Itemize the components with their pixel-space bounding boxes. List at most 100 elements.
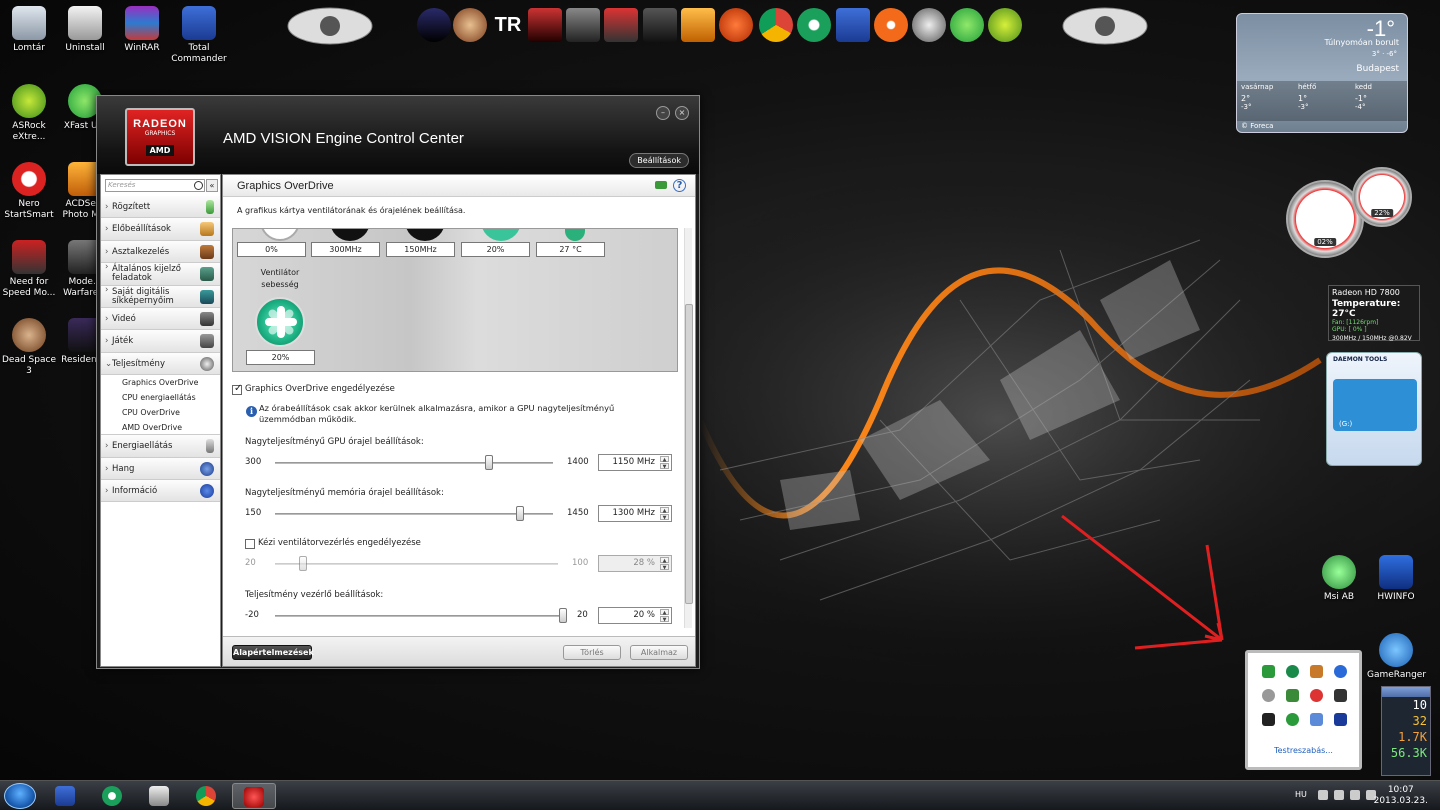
gpu-clock-slider-thumb[interactable] — [485, 455, 494, 470]
nav-item-gaming[interactable]: Játék — [101, 330, 220, 353]
defaults-button[interactable]: Alapértelmezések — [232, 645, 314, 660]
tray-bug-icon[interactable] — [1310, 689, 1323, 702]
dock-item-game2[interactable] — [453, 8, 487, 42]
nav-subitem-cpu-power[interactable]: CPU energiaellátás — [101, 390, 220, 406]
power-control-slider-track[interactable] — [275, 615, 563, 617]
daemon-drive-panel[interactable]: (G:) — [1333, 379, 1417, 431]
volume-icon[interactable] — [1334, 790, 1344, 800]
tray-lightning-icon[interactable] — [1334, 665, 1347, 678]
taskbar-amd-ccc[interactable] — [232, 783, 276, 809]
counters-gadget[interactable]: 10 32 1.7K 56.3K — [1381, 686, 1431, 776]
language-indicator[interactable]: HU — [1295, 790, 1307, 799]
apply-button[interactable]: Alkalmaz — [630, 645, 688, 660]
search-input[interactable]: Keresés — [105, 179, 205, 192]
dock-item-green-swirl[interactable] — [797, 8, 831, 42]
nav-item-pinned[interactable]: Rögzített — [101, 196, 220, 219]
dock-item-floppy[interactable] — [836, 8, 870, 42]
tray-shield-icon[interactable] — [1286, 689, 1299, 702]
help-button[interactable]: ? — [673, 179, 686, 192]
power-control-stepper[interactable]: 20 % ▲ ▼ — [598, 607, 672, 624]
pin-page-icon[interactable] — [655, 181, 667, 189]
chrome-icon[interactable] — [759, 8, 793, 42]
taskbar-chrome[interactable] — [185, 783, 229, 809]
weather-gadget[interactable]: -1° Túlnyomóan borult 3° · -6° Budapest … — [1236, 13, 1408, 133]
tray-network-icon[interactable] — [1310, 713, 1323, 726]
memory-clock-slider-thumb[interactable] — [515, 506, 524, 521]
tray-mouse-icon[interactable] — [1334, 689, 1347, 702]
dock-item-dmc[interactable] — [528, 8, 562, 42]
nav-subitem-amd-overdrive[interactable]: AMD OverDrive — [101, 420, 220, 436]
ram-gauge[interactable]: 22% — [1352, 167, 1412, 227]
taskbar-swirl-app[interactable] — [91, 783, 135, 809]
tray-tool-icon[interactable] — [1310, 665, 1323, 678]
stepper-down-icon[interactable]: ▼ — [660, 616, 669, 623]
nav-item-audio[interactable]: Hang — [101, 457, 220, 480]
content-scrollbar[interactable] — [684, 228, 693, 628]
stepper-up-icon[interactable]: ▲ — [660, 609, 669, 616]
nav-item-video[interactable]: Videó — [101, 307, 220, 331]
desktop-icon-uninstall[interactable]: Uninstall — [56, 6, 114, 54]
desktop-icon-gameranger[interactable]: GameRanger — [1367, 633, 1426, 681]
dock-item-tr[interactable]: TR — [491, 8, 525, 42]
desktop-icon-msi-ab[interactable]: Msi AB — [1310, 555, 1368, 603]
manual-fan-checkbox[interactable] — [245, 539, 255, 549]
dock-item-xfast[interactable] — [950, 8, 984, 42]
stepper-up-icon[interactable]: ▲ — [660, 456, 669, 463]
desktop-icon-hwinfo[interactable]: HWINFO — [1367, 555, 1425, 603]
tray-monitor-icon[interactable] — [1334, 713, 1347, 726]
desktop-icon-total-commander[interactable]: Total Commander — [170, 6, 228, 65]
collapse-sidebar-button[interactable]: « — [206, 179, 218, 192]
nav-item-power[interactable]: Energiaellátás — [101, 435, 220, 458]
dock-item-ex[interactable] — [643, 8, 677, 42]
stepper-up-icon[interactable]: ▲ — [660, 557, 669, 564]
tray-play-icon[interactable] — [1262, 665, 1275, 678]
network-icon[interactable] — [1350, 790, 1360, 800]
preferences-button[interactable]: Beállítások — [629, 153, 689, 168]
power-control-slider-thumb[interactable] — [559, 608, 567, 623]
desktop-icon-dead-space[interactable]: Dead Space 3 — [0, 318, 58, 377]
show-hidden-icons-icon[interactable] — [1318, 790, 1328, 800]
gpu-clock-slider-track[interactable] — [275, 462, 553, 464]
dock-item-axtu[interactable] — [988, 8, 1022, 42]
dock-item-game1[interactable] — [417, 8, 451, 42]
tray-app-icon[interactable] — [1262, 713, 1275, 726]
nav-subitem-graphics-overdrive[interactable]: Graphics OverDrive — [101, 375, 220, 391]
stepper-down-icon[interactable]: ▼ — [660, 564, 669, 571]
scrollbar-thumb[interactable] — [685, 304, 693, 604]
minimize-button[interactable]: – — [656, 106, 670, 120]
manual-fan-slider-track[interactable] — [275, 563, 558, 565]
nav-item-flat-panels[interactable]: Saját digitális síkképernyőim — [101, 285, 220, 308]
nav-item-performance[interactable]: Teljesítmény — [101, 352, 220, 376]
tray-info-icon[interactable] — [1286, 713, 1299, 726]
start-button[interactable] — [4, 783, 36, 809]
stepper-up-icon[interactable]: ▲ — [660, 507, 669, 514]
dock-item-paw[interactable] — [719, 8, 753, 42]
dock-item-cod[interactable] — [566, 8, 600, 42]
nav-item-information[interactable]: Információ — [101, 479, 220, 503]
discard-button[interactable]: Törlés — [563, 645, 621, 660]
nav-item-presets[interactable]: Előbeállítások — [101, 218, 220, 241]
nav-item-display-tasks[interactable]: Általános kijelző feladatok — [101, 263, 220, 286]
enable-overdrive-checkbox[interactable] — [232, 383, 242, 395]
ati-gpu-gadget[interactable]: Radeon HD 7800 Temperature: 27°C Fan: [1… — [1328, 285, 1420, 342]
tray-green-icon[interactable] — [1286, 665, 1299, 678]
dock-item-photo[interactable] — [681, 8, 715, 42]
gpu-clock-stepper[interactable]: 1150 MHz ▲ ▼ — [598, 454, 672, 471]
memory-clock-stepper[interactable]: 1300 MHz ▲ ▼ — [598, 505, 672, 522]
dock-item-orange[interactable] — [874, 8, 908, 42]
nav-subitem-cpu-overdrive[interactable]: CPU OverDrive — [101, 405, 220, 421]
dock-item-swirl[interactable] — [912, 8, 946, 42]
manual-fan-slider-thumb[interactable] — [299, 556, 308, 571]
desktop-icon-asrock[interactable]: ASRock eXtre... — [0, 84, 58, 143]
desktop-icon-recycle-bin[interactable]: Lomtár — [0, 6, 58, 54]
manual-fan-stepper[interactable]: 28 % ▲ ▼ — [598, 555, 672, 572]
dock-item-racing[interactable] — [604, 8, 638, 42]
close-button[interactable]: × — [675, 106, 689, 120]
clock[interactable]: 10:07 2013.03.23. — [1374, 785, 1428, 807]
tray-customize-link[interactable]: Testreszabás... — [1248, 746, 1359, 755]
nav-item-desktop-management[interactable]: Asztalkezelés — [101, 240, 220, 264]
stepper-down-icon[interactable]: ▼ — [660, 514, 669, 521]
desktop-icon-nero[interactable]: Nero StartSmart — [0, 162, 58, 221]
desktop-icon-need-for-speed[interactable]: Need for Speed Mo... — [0, 240, 58, 299]
taskbar-total-commander[interactable] — [44, 783, 88, 809]
